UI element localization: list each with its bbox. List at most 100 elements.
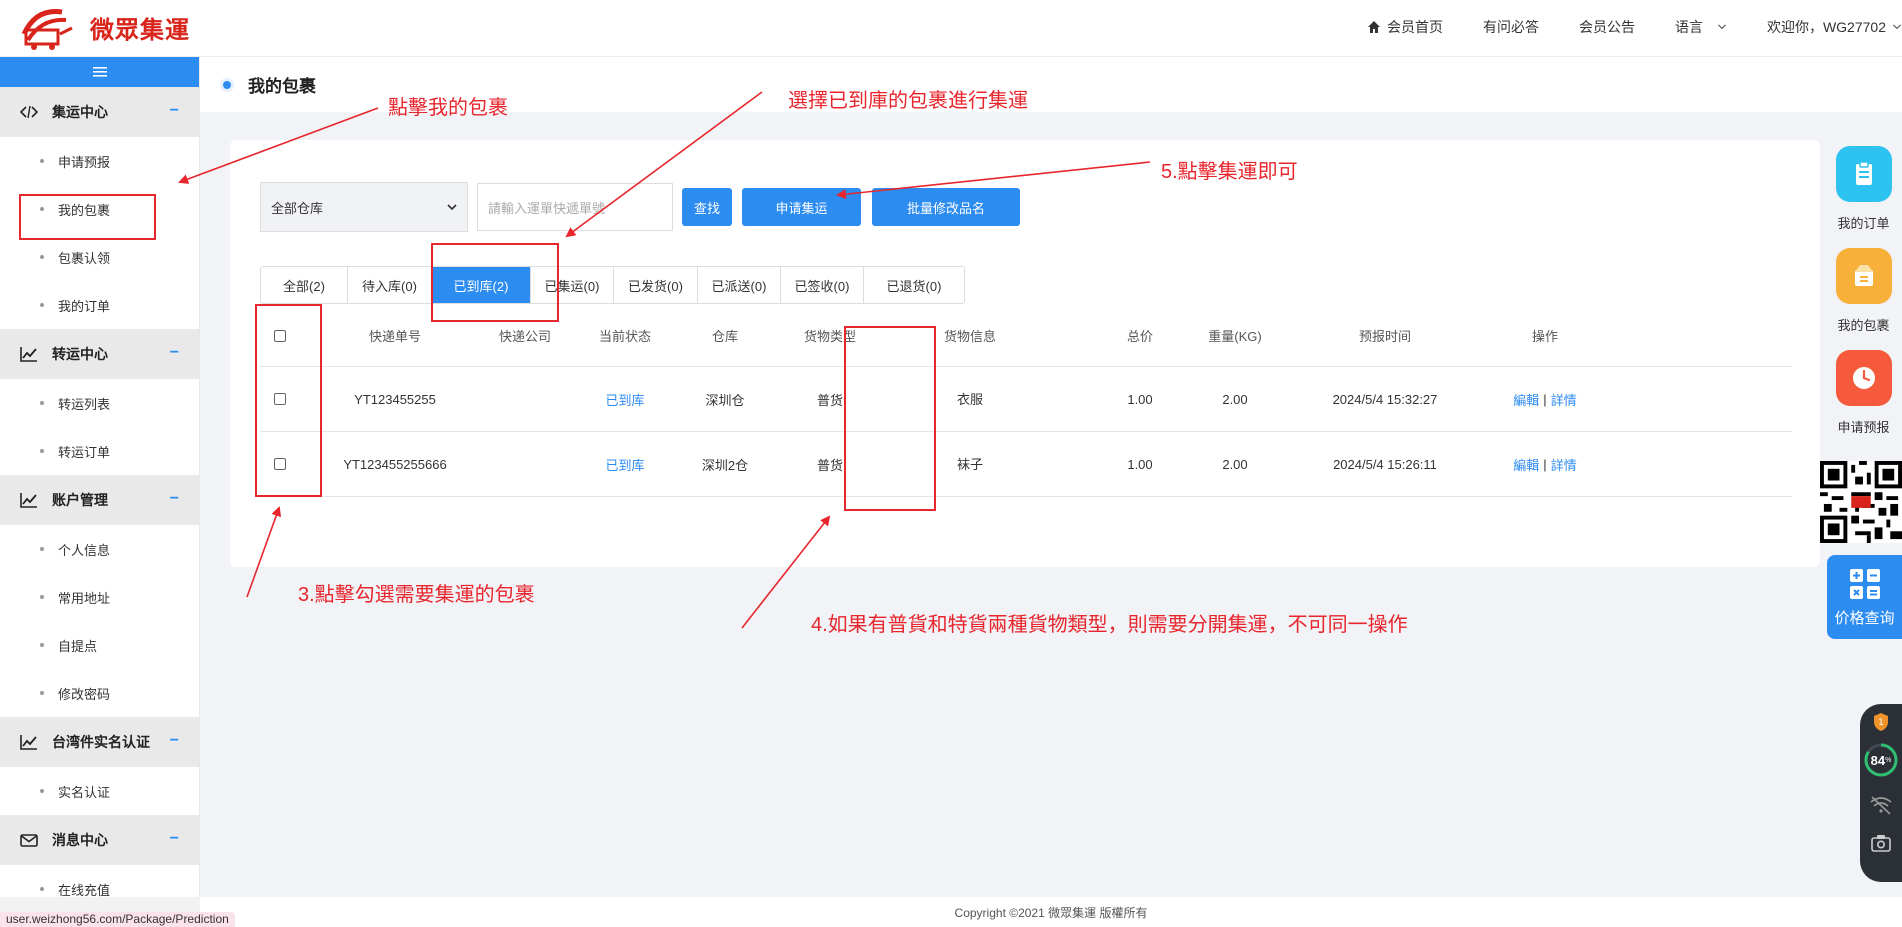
sidebar-item-forecast[interactable]: 申请预报 [0,137,199,185]
annotation-separate-types: 4.如果有普貨和特貨兩種貨物類型，則需要分開集運，不可同一操作 [811,614,1408,636]
brand-logo-icon[interactable] [16,4,76,52]
select-all-checkbox[interactable] [274,329,286,342]
price-query-label: 价格查询 [1834,609,1895,627]
row-checkbox[interactable] [274,393,286,405]
forecast-time: 2024/5/4 15:32:27 [1332,391,1438,407]
sidebar-item-claim[interactable]: 包裹认领 [0,233,199,281]
packages-card: 全部仓库 請輸入運單快遞單號 查找 申请集运 批量修改品名 全部(2) 待入库(… [230,140,1820,567]
tab-delivering[interactable]: 已派送(0) [698,267,781,303]
quick-my-orders[interactable]: 我的订单 [1825,146,1902,248]
quick-label: 我的订单 [1837,216,1890,231]
row-checkbox[interactable] [274,458,286,470]
sidebar-group-account[interactable]: 账户管理 − [0,475,199,525]
bullet-icon [40,207,44,211]
trend-chart-icon [20,734,40,750]
select-all-cell [260,305,300,366]
tab-shipped[interactable]: 已发货(0) [614,267,698,303]
tab-returned[interactable]: 已退货(0) [864,267,964,303]
sidebar-group-label: 转运中心 [52,346,108,362]
sidebar-group-realname[interactable]: 台湾件实名认证 − [0,717,199,767]
trend-chart-icon [20,492,40,508]
sidebar-item-recharge[interactable]: 在线充值 [0,865,199,897]
shield-badge-icon: 1 [1874,713,1888,731]
detail-link[interactable]: 詳情 [1551,390,1577,409]
mail-icon [20,832,40,848]
edit-link[interactable]: 編輯 [1513,390,1539,409]
price-query-button[interactable]: 价格查询 [1827,555,1902,639]
tracking-number: YT123455255 [354,391,436,407]
sidebar-item-transfer-list[interactable]: 转运列表 [0,379,199,427]
camera-icon[interactable] [1869,832,1893,854]
tab-signed[interactable]: 已签收(0) [781,267,864,303]
sidebar-item-label: 个人信息 [58,542,111,558]
title-dot-icon [220,77,234,92]
cargo-info: 袜子 [956,457,983,472]
warehouse-select[interactable]: 全部仓库 [260,182,468,232]
tab-all[interactable]: 全部(2) [261,267,348,303]
home-icon [1367,21,1380,33]
sidebar-item-label: 我的包裹 [58,202,111,218]
performance-widget[interactable]: 1 84% [1860,704,1902,882]
sidebar-item-pickup[interactable]: 自提点 [0,621,199,669]
weight: 2.00 [1222,391,1248,407]
sidebar-item-label: 自提点 [58,638,98,654]
column-header: 货物类型 [803,329,856,344]
sidebar-item-my-packages[interactable]: 我的包裹 [0,185,199,233]
sidebar-group-consolidation[interactable]: 集运中心 − [0,87,199,137]
collapse-icon[interactable]: − [170,102,179,120]
tab-arrived[interactable]: 已到库(2) [432,267,531,303]
sidebar-group-label: 账户管理 [52,492,108,508]
edit-link[interactable]: 編輯 [1513,455,1539,474]
sidebar-group-transfer[interactable]: 转运中心 − [0,329,199,379]
nav-language[interactable]: 语言 [1655,17,1747,37]
table-row: YT123455255 已到库 深圳仓 普货 衣服 1.00 2.00 2024… [260,367,1792,432]
nav-notice-label: 会员公告 [1578,19,1635,35]
collapse-icon[interactable]: − [170,732,179,750]
tab-pending[interactable]: 待入库(0) [348,267,432,303]
sidebar-item-profile[interactable]: 个人信息 [0,525,199,573]
collapse-icon[interactable]: − [170,490,179,508]
collapse-icon[interactable]: − [170,344,179,362]
sidebar-group-messages[interactable]: 消息中心 − [0,815,199,865]
page-title: 我的包裹 [248,77,316,96]
nav-notice[interactable]: 会员公告 [1559,17,1655,37]
sidebar-item-password[interactable]: 修改密码 [0,669,199,717]
tab-consolidated[interactable]: 已集运(0) [531,267,614,303]
sidebar-group-label: 台湾件实名认证 [52,734,150,750]
chevron-down-icon [1717,24,1726,30]
score-number: 84 [1870,752,1886,768]
detail-link[interactable]: 詳情 [1551,455,1577,474]
batch-rename-button[interactable]: 批量修改品名 [872,188,1020,226]
collapse-icon[interactable]: − [170,830,179,848]
quick-forecast[interactable]: 申请预报 [1825,350,1902,452]
nav-faq[interactable]: 有问必答 [1463,17,1559,37]
bullet-icon [40,887,44,891]
sidebar-item-realname[interactable]: 实名认证 [0,767,199,815]
bullet-icon [40,547,44,551]
nav-home[interactable]: 会员首页 [1347,17,1463,37]
annotation-click-my-package: 點擊我的包裹 [388,97,508,119]
apply-consolidation-button[interactable]: 申请集运 [742,188,861,226]
sidebar-toggle[interactable] [0,57,199,87]
warehouse-select-value: 全部仓库 [271,200,324,216]
row-select-cell [260,367,300,431]
warehouse-name: 深圳仓 [705,392,745,408]
copyright-text: Copyright ©2021 微眾集運 版權所有 [954,905,1148,920]
column-header: 快递公司 [498,329,551,344]
tracking-search-input[interactable]: 請輸入運單快遞單號 [477,183,673,231]
column-header: 重量(KG) [1208,329,1262,344]
search-placeholder: 請輸入運單快遞單號 [488,200,606,216]
nav-user[interactable]: 欢迎你，WG27702 [1747,17,1902,37]
quick-my-packages[interactable]: 我的包裹 [1825,248,1902,350]
bullet-icon [40,255,44,259]
brand-name: 微眾集運 [90,17,190,44]
chevron-down-icon [1893,24,1901,30]
score-value: 84% [1863,742,1899,778]
wifi-off-icon[interactable] [1869,794,1893,816]
sidebar-item-transfer-orders[interactable]: 转运订单 [0,427,199,475]
sidebar-item-addresses[interactable]: 常用地址 [0,573,199,621]
sidebar-item-my-orders[interactable]: 我的订单 [0,281,199,329]
find-button[interactable]: 查找 [682,188,732,226]
courier-company [475,432,575,496]
chevron-down-icon [447,204,457,211]
